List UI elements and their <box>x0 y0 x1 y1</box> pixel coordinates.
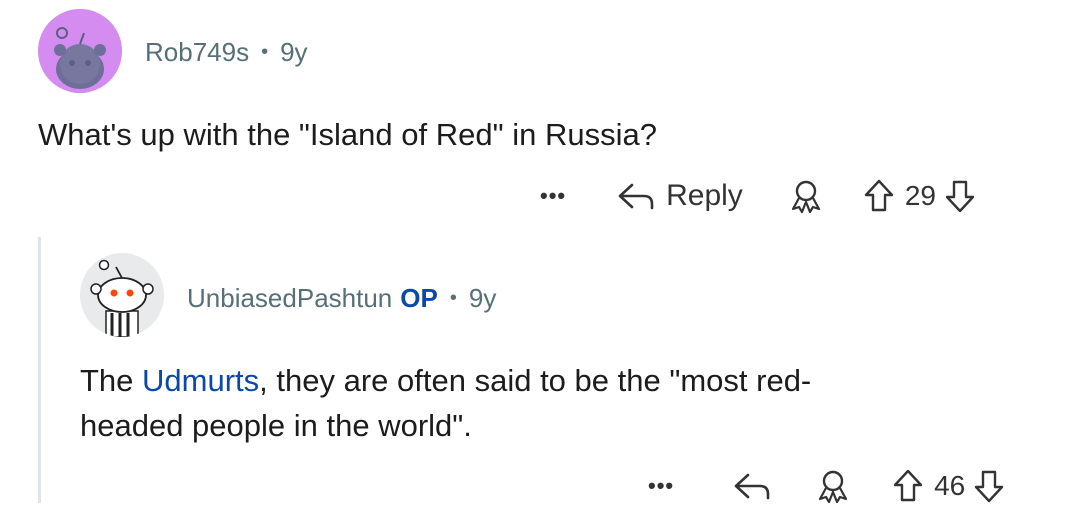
more-options-button[interactable]: ••• <box>540 183 566 209</box>
separator-dot: • <box>449 286 457 309</box>
award-icon[interactable] <box>787 178 825 214</box>
upvote-icon[interactable] <box>892 468 924 504</box>
thread-line[interactable] <box>38 237 41 503</box>
reply-icon[interactable] <box>614 180 656 212</box>
comment-text: What's up with the "Island of Red" in Ru… <box>38 117 657 152</box>
more-options-button[interactable]: ••• <box>648 473 674 499</box>
downvote-icon[interactable] <box>973 468 1005 504</box>
comment-text: , they are often said to be the "most re… <box>259 363 812 398</box>
comment-text-line: The Udmurts, they are often said to be t… <box>80 358 1060 403</box>
vote-score: 46 <box>934 470 966 501</box>
comment-body: The Udmurts, they are often said to be t… <box>80 358 1060 448</box>
upvote-icon[interactable] <box>863 178 895 214</box>
comment-actions: ••• Reply 29 <box>540 176 976 216</box>
vote-score: 29 <box>904 180 936 211</box>
separator-dot: • <box>261 40 269 63</box>
comment-meta: Rob749s • 9y <box>145 34 308 70</box>
comment-text: The <box>80 363 143 398</box>
username[interactable]: Rob749s <box>145 37 249 68</box>
award-icon[interactable] <box>814 468 852 504</box>
reply-icon[interactable] <box>730 470 772 502</box>
comment-actions: ••• 46 <box>648 466 1005 506</box>
username[interactable]: UnbiasedPashtun <box>187 283 392 314</box>
comment-age: 9y <box>468 282 497 313</box>
snoo-avatar-icon <box>80 253 164 337</box>
downvote-icon[interactable] <box>944 178 976 214</box>
op-badge: OP <box>400 282 438 313</box>
comment-age: 9y <box>280 36 308 67</box>
comment-meta: UnbiasedPashtun OP • 9y <box>187 280 496 316</box>
comment-body: What's up with the "Island of Red" in Ru… <box>38 112 1038 157</box>
avatar[interactable] <box>38 9 122 93</box>
snoo-avatar-icon <box>38 9 122 93</box>
avatar[interactable] <box>80 253 164 337</box>
udmurts-link[interactable]: Udmurts <box>142 363 259 398</box>
reply-button[interactable]: Reply <box>666 179 743 213</box>
comment-text-line: headed people in the world". <box>80 408 472 443</box>
